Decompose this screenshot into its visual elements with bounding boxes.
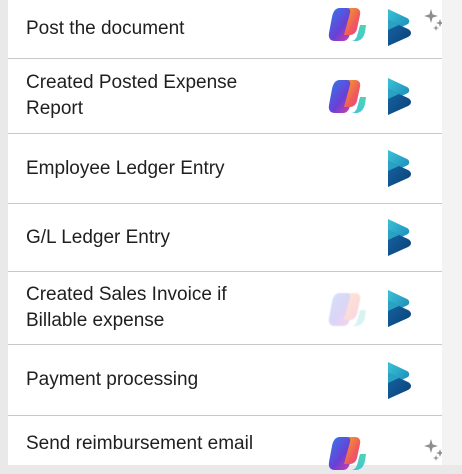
dynamics-365-icon (379, 216, 417, 258)
step-label: Post the document (26, 18, 185, 39)
step-row[interactable]: Post the document (8, 0, 442, 59)
step-label: Employee Ledger Entry (26, 157, 225, 179)
step-row[interactable]: Created Sales Invoice if Billable expens… (8, 272, 442, 345)
process-steps-panel: Post the document Created Posted Expense… (8, 0, 442, 465)
step-label: Send reimbursement email (26, 433, 254, 454)
step-row[interactable]: Send reimbursement email (8, 416, 442, 472)
dynamics-365-icon (379, 359, 417, 401)
dynamics-365-icon (379, 6, 417, 48)
step-row[interactable]: Payment processing (8, 345, 442, 416)
step-row[interactable]: G/L Ledger Entry (8, 204, 442, 272)
step-label: G/L Ledger Entry (26, 226, 170, 248)
step-label: Created Posted Expense Report (26, 72, 238, 119)
copilot-icon (326, 75, 368, 117)
copilot-icon (326, 3, 368, 45)
copilot-icon (326, 288, 368, 330)
dynamics-365-icon (379, 287, 417, 329)
step-row[interactable]: Employee Ledger Entry (8, 134, 442, 204)
step-label: Payment processing (26, 369, 199, 390)
scrollbar-track[interactable] (442, 0, 462, 465)
dynamics-365-icon (379, 147, 417, 189)
step-label: Created Sales Invoice if Billable expens… (26, 284, 227, 331)
copilot-icon (326, 432, 368, 474)
step-row[interactable]: Created Posted Expense Report (8, 59, 442, 134)
dynamics-365-icon (379, 75, 417, 117)
